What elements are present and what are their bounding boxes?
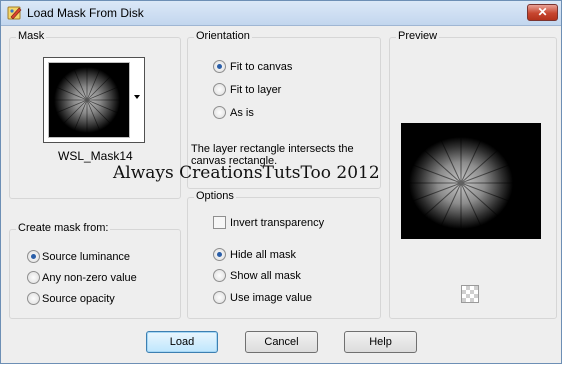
- fit-to-layer-label[interactable]: Fit to layer: [230, 84, 281, 96]
- options-group-label: Options: [194, 190, 236, 202]
- use-image-value-label[interactable]: Use image value: [230, 292, 312, 304]
- fit-to-canvas-label[interactable]: Fit to canvas: [230, 61, 292, 73]
- paint-shop-pro-icon: [7, 6, 22, 20]
- any-non-zero-value-radio[interactable]: [27, 271, 40, 284]
- fit-to-canvas-radio[interactable]: [213, 60, 226, 73]
- hide-all-mask-radio[interactable]: [213, 248, 226, 261]
- dropdown-arrow[interactable]: [131, 59, 143, 141]
- mask-name-label: WSL_Mask14: [58, 149, 133, 163]
- show-all-mask-radio[interactable]: [213, 269, 226, 282]
- window-title: Load Mask From Disk: [27, 6, 144, 20]
- help-button[interactable]: Help: [344, 331, 417, 353]
- show-all-mask-label[interactable]: Show all mask: [230, 270, 301, 282]
- mask-thumbnail: [48, 62, 130, 138]
- chevron-down-icon: [134, 95, 140, 99]
- preview-mask-image: [401, 123, 541, 239]
- mask-group-label: Mask: [16, 30, 47, 42]
- cancel-button-label: Cancel: [264, 336, 299, 348]
- help-button-label: Help: [369, 336, 392, 348]
- mask-thumbnail-dropdown[interactable]: [43, 57, 145, 143]
- load-button[interactable]: Load: [146, 331, 218, 353]
- invert-transparency-label[interactable]: Invert transparency: [230, 217, 324, 229]
- title-bar[interactable]: Load Mask From Disk ✕: [1, 1, 561, 26]
- dialog-window: Load Mask From Disk ✕ Mask WSL_Mask14 Or…: [0, 0, 562, 364]
- source-luminance-radio[interactable]: [27, 250, 40, 263]
- as-is-label[interactable]: As is: [230, 107, 254, 119]
- preview-image: [401, 123, 541, 239]
- close-button[interactable]: ✕: [527, 4, 558, 21]
- load-button-label: Load: [169, 336, 195, 348]
- mask-thumbnail-image: [49, 63, 129, 137]
- as-is-radio[interactable]: [213, 106, 226, 119]
- watermark-text: Always CreationsTutsToo 2012: [113, 163, 380, 183]
- transparency-toggle-icon[interactable]: [461, 285, 479, 303]
- source-luminance-label[interactable]: Source luminance: [42, 251, 130, 263]
- fit-to-layer-radio[interactable]: [213, 83, 226, 96]
- cancel-button[interactable]: Cancel: [245, 331, 318, 353]
- preview-group-label: Preview: [396, 30, 440, 42]
- create-mask-group-label: Create mask from:: [16, 222, 111, 234]
- dialog-body: Mask WSL_Mask14 Orientation Fit to canva…: [5, 27, 557, 361]
- source-opacity-label[interactable]: Source opacity: [42, 293, 115, 305]
- hide-all-mask-label[interactable]: Hide all mask: [230, 249, 296, 261]
- close-icon: ✕: [537, 5, 548, 19]
- any-non-zero-value-label[interactable]: Any non-zero value: [42, 272, 137, 284]
- invert-transparency-checkbox[interactable]: [213, 216, 226, 229]
- use-image-value-radio[interactable]: [213, 291, 226, 304]
- orientation-group-label: Orientation: [194, 30, 252, 42]
- source-opacity-radio[interactable]: [27, 292, 40, 305]
- orientation-info-line1: The layer rectangle intersects the: [191, 143, 354, 155]
